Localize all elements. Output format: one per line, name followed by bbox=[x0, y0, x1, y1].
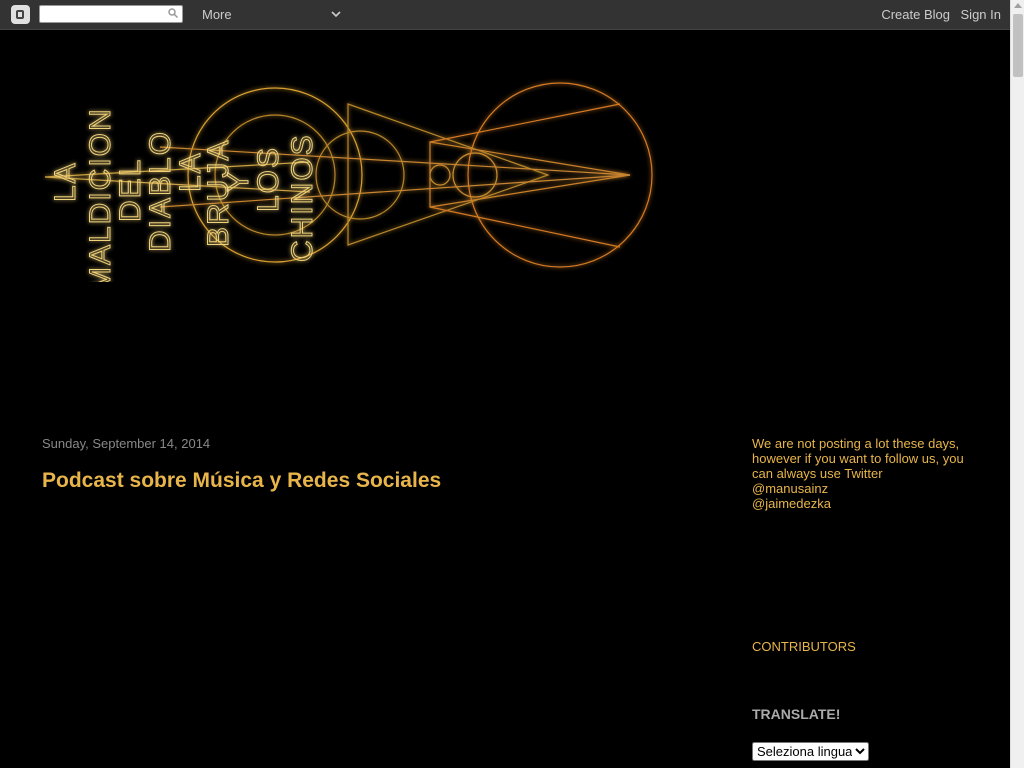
twitter-handle-manusainz: @manusainz bbox=[752, 481, 829, 496]
create-blog-link[interactable]: Create Blog bbox=[881, 7, 950, 22]
blogger-logo-icon[interactable] bbox=[11, 5, 30, 24]
sidebar-message: We are not posting a lot these days, how… bbox=[752, 436, 977, 511]
logo-text-la-1: LA bbox=[49, 161, 82, 202]
chevron-down-icon[interactable] bbox=[330, 8, 342, 20]
post-date: Sunday, September 14, 2014 bbox=[42, 436, 211, 451]
twitter-handle-jaimedezka: @jaimedezka bbox=[752, 496, 831, 511]
logo-text-del: DEL bbox=[114, 158, 147, 222]
contributors-heading: CONTRIBUTORS bbox=[752, 639, 856, 654]
page-scrollbar[interactable] bbox=[1010, 0, 1024, 768]
logo-text-chinos: CHINOS bbox=[286, 133, 319, 262]
logo-text-maldicion: MALDICION bbox=[84, 107, 117, 282]
blog-header-logo[interactable]: LA MALDICION DEL DIABLO LA BRUJA Y LOS C… bbox=[40, 52, 660, 282]
logo-text-los: LOS bbox=[252, 146, 285, 212]
logo-text-y: Y bbox=[222, 170, 255, 192]
scroll-thumb[interactable] bbox=[1013, 14, 1023, 77]
search-input[interactable] bbox=[44, 7, 168, 23]
language-select[interactable]: Seleziona lingua bbox=[752, 742, 869, 761]
more-button[interactable]: More bbox=[202, 7, 232, 22]
sign-in-link[interactable]: Sign In bbox=[961, 7, 1001, 22]
sidebar-message-line: can always use Twitter bbox=[752, 466, 883, 481]
search-icon[interactable] bbox=[168, 8, 178, 18]
post-title[interactable]: Podcast sobre Música y Redes Sociales bbox=[42, 469, 441, 493]
search-box[interactable] bbox=[39, 5, 183, 23]
sidebar-message-line: We are not posting a lot these days, bbox=[752, 436, 960, 451]
sidebar-message-line: however if you want to follow us, you bbox=[752, 451, 964, 466]
translate-heading: TRANSLATE! bbox=[752, 706, 841, 722]
logo-text-diablo: DIABLO bbox=[144, 130, 177, 252]
scroll-up-arrow-icon[interactable] bbox=[1014, 3, 1022, 8]
blogger-navbar: More Create Blog Sign In bbox=[0, 0, 1010, 30]
